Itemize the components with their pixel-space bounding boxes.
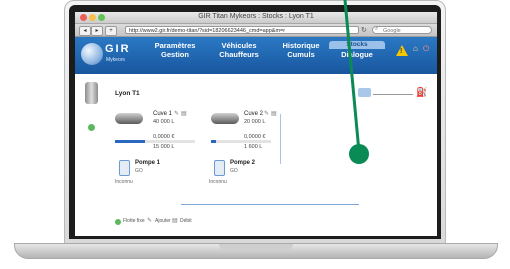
annotation-pointer-line [343, 0, 361, 153]
annotation-overlay [343, 0, 369, 164]
annotation-marker [349, 144, 369, 164]
